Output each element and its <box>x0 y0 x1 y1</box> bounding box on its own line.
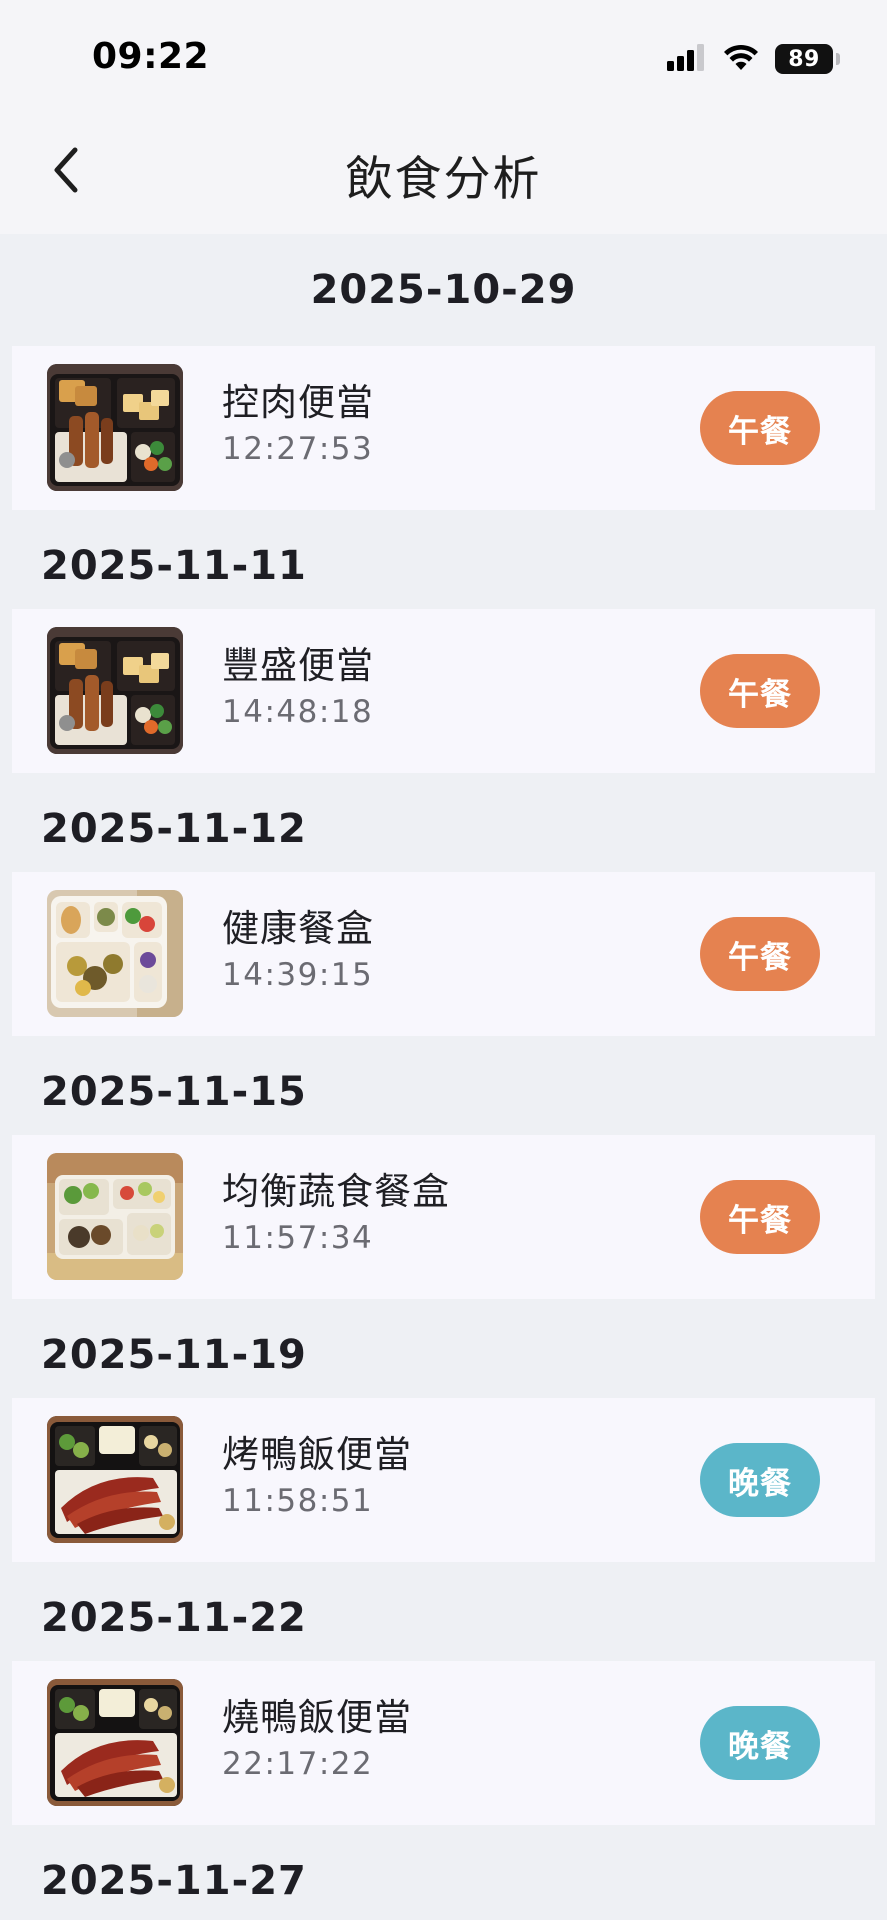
meal-type-badge: 午餐 <box>700 391 820 465</box>
date-header: 2025-10-29 <box>310 267 577 313</box>
phone-screen: 09:22 89 飲食分析 2025-10-29 控肉便當 12:27:53 午… <box>0 0 887 1920</box>
meal-type-badge: 午餐 <box>700 654 820 728</box>
meal-info: 均衡蔬食餐盒 11:57:34 <box>222 1169 450 1257</box>
meal-time: 14:48:18 <box>222 694 374 730</box>
meal-photo <box>47 627 183 754</box>
battery-level: 89 <box>788 46 820 72</box>
meal-type-badge: 晚餐 <box>700 1706 820 1780</box>
meal-name: 控肉便當 <box>222 381 374 424</box>
meal-time: 11:57:34 <box>222 1220 374 1256</box>
meal-card[interactable]: 豐盛便當 14:48:18 午餐 <box>12 609 875 773</box>
meal-card[interactable]: 健康餐盒 14:39:15 午餐 <box>12 872 875 1036</box>
meal-name: 燒鴨飯便當 <box>222 1696 412 1739</box>
meal-info: 豐盛便當 14:48:18 <box>222 643 374 731</box>
meal-name: 豐盛便當 <box>222 644 374 687</box>
battery-icon: 89 <box>775 44 840 74</box>
meal-card[interactable]: 均衡蔬食餐盒 11:57:34 午餐 <box>12 1135 875 1299</box>
meal-name: 健康餐盒 <box>222 907 374 950</box>
meal-photo <box>47 1679 183 1806</box>
date-header: 2025-11-12 <box>41 805 307 852</box>
meal-time: 11:58:51 <box>222 1483 374 1519</box>
status-bar: 09:22 89 <box>0 0 887 110</box>
meal-type-badge: 午餐 <box>700 1180 820 1254</box>
meal-card[interactable]: 控肉便當 12:27:53 午餐 <box>12 346 875 510</box>
status-time: 09:22 <box>92 36 210 77</box>
date-header: 2025-11-15 <box>41 1068 307 1115</box>
status-icons: 89 <box>667 42 840 76</box>
battery-cap <box>836 53 840 65</box>
meal-info: 健康餐盒 14:39:15 <box>222 906 374 994</box>
cellular-signal-icon <box>667 43 707 75</box>
page-title: 飲食分析 <box>345 152 542 207</box>
meal-card[interactable]: 燒鴨飯便當 22:17:22 晚餐 <box>12 1661 875 1825</box>
navigation-bar: 飲食分析 <box>0 110 887 234</box>
meal-type-badge: 午餐 <box>700 917 820 991</box>
date-header: 2025-11-27 <box>41 1857 307 1904</box>
date-header: 2025-11-22 <box>41 1594 307 1641</box>
meal-photo <box>47 1416 183 1543</box>
meal-info: 燒鴨飯便當 22:17:22 <box>222 1695 412 1783</box>
meal-type-badge: 晚餐 <box>700 1443 820 1517</box>
meal-photo <box>47 1153 183 1280</box>
meal-info: 控肉便當 12:27:53 <box>222 380 374 468</box>
meal-photo <box>47 890 183 1017</box>
meal-name: 烤鴨飯便當 <box>222 1433 412 1476</box>
meal-info: 烤鴨飯便當 11:58:51 <box>222 1432 412 1520</box>
meal-time: 22:17:22 <box>222 1746 374 1782</box>
meal-card[interactable]: 烤鴨飯便當 11:58:51 晚餐 <box>12 1398 875 1562</box>
meal-history-list[interactable]: 2025-10-29 控肉便當 12:27:53 午餐 2025-11-11 豐… <box>0 234 887 1920</box>
date-header: 2025-11-11 <box>41 542 307 589</box>
meal-name: 均衡蔬食餐盒 <box>222 1170 450 1213</box>
date-header: 2025-11-19 <box>41 1331 307 1378</box>
meal-photo <box>47 364 183 491</box>
meal-time: 12:27:53 <box>222 431 374 467</box>
meal-time: 14:39:15 <box>222 957 374 993</box>
wifi-icon <box>723 43 759 75</box>
